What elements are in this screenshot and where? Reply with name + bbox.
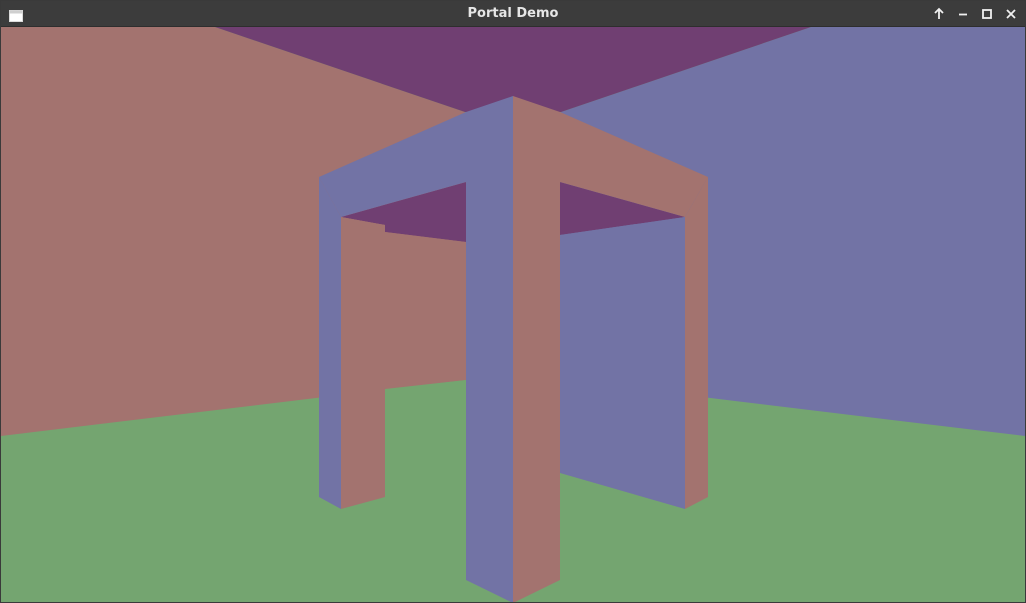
scene-canvas: [1, 27, 1025, 602]
render-viewport[interactable]: [1, 27, 1025, 602]
close-button[interactable]: [1002, 5, 1020, 23]
window-title: Portal Demo: [467, 6, 559, 21]
app-window: Portal Demo: [0, 0, 1026, 603]
pillar-right-face: [513, 96, 560, 602]
arch-left-leg-outer: [319, 177, 341, 509]
arrow-up-icon: [934, 7, 944, 19]
arch-right-leg: [685, 177, 708, 509]
maximize-button[interactable]: [978, 5, 996, 23]
arch-interior-right-wall: [560, 217, 685, 509]
maximize-icon: [982, 9, 992, 19]
close-icon: [1006, 9, 1016, 19]
arch-left-leg-inner: [341, 217, 385, 509]
minimize-button[interactable]: [954, 5, 972, 23]
keep-above-button[interactable]: [930, 5, 948, 23]
minimize-icon: [959, 13, 967, 16]
title-bar[interactable]: Portal Demo: [1, 1, 1025, 27]
pillar-left-face: [466, 96, 513, 602]
window-icon[interactable]: [9, 7, 23, 22]
